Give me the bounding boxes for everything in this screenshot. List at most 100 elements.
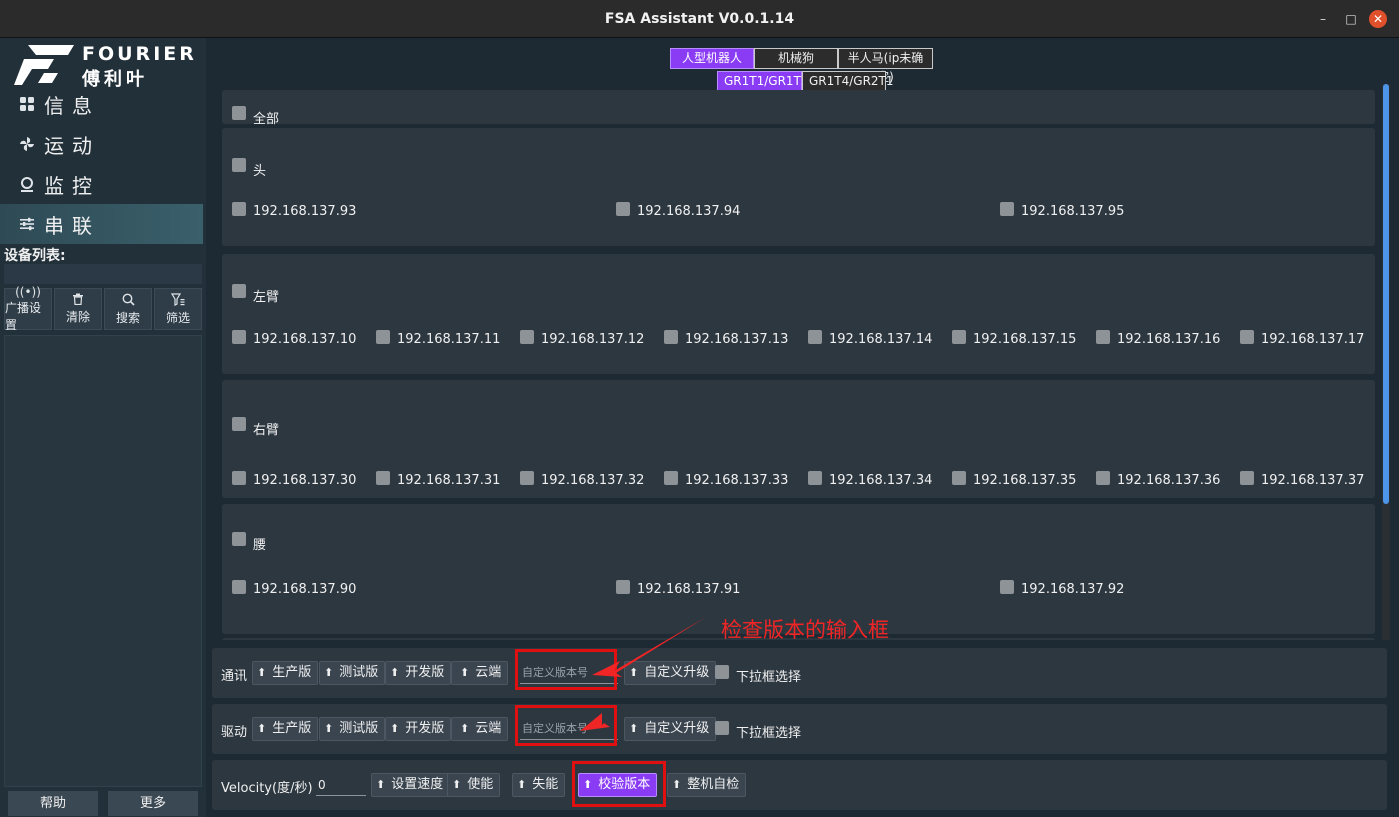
nav-item-serial[interactable]: 串联 [0, 204, 203, 244]
tab-centaur[interactable]: 半人马(ip未确定) [838, 48, 933, 84]
tab-gr1t4-gr2t1[interactable]: GR1T4/GR2T1 [802, 71, 894, 92]
ip-label: 192.168.137.13 [685, 332, 789, 347]
more-button[interactable]: 更多 [108, 791, 198, 816]
comm-firmware-row: 通讯 ⬆ 生产版 ⬆ 测试版 ⬆ 开发版 ⬆ 云端 自定义版本号 ⬆ 自定义升级 下拉框选… [212, 648, 1387, 698]
ip-label: 192.168.137.32 [541, 473, 645, 488]
fan-icon [18, 135, 36, 153]
vertical-scrollbar[interactable] [1382, 84, 1390, 640]
checkbox-ip[interactable] [376, 330, 390, 344]
checkbox-ip[interactable] [664, 330, 678, 344]
tool-label: 清除 [65, 310, 90, 324]
robot-type-tabs: 人型机器人 机械狗 半人马(ip未确定) [670, 48, 933, 84]
checkbox-ip[interactable] [1096, 330, 1110, 344]
checkbox-waist[interactable] [232, 532, 246, 546]
checkbox-ip[interactable] [616, 580, 630, 594]
help-button[interactable]: 帮助 [8, 791, 98, 816]
drive-production-button[interactable]: ⬆ 生产版 [252, 717, 319, 741]
trash-icon [72, 293, 84, 308]
checkbox-ip[interactable] [952, 330, 966, 344]
checkbox-ip[interactable] [520, 330, 534, 344]
checkbox-ip[interactable] [1240, 330, 1254, 344]
checkbox-left-arm[interactable] [232, 284, 246, 298]
nav-item-motion[interactable]: 运动 [0, 124, 203, 164]
checkbox-ip[interactable] [616, 202, 630, 216]
checkbox-ip[interactable] [1000, 202, 1014, 216]
device-toolbar: ((•)) 广播设置 清除 搜索 筛选 [4, 284, 202, 332]
group-right-arm-label: 右臂 [253, 423, 280, 438]
velocity-input[interactable]: 0 [316, 774, 366, 796]
button-label: 生产版 [272, 665, 312, 680]
upload-icon: ⬆ [376, 778, 386, 791]
tab-robot-dog[interactable]: 机械狗 [754, 48, 838, 69]
broadcast-icon: ((•)) [15, 284, 41, 299]
comm-cloud-button[interactable]: ⬆ 云端 [451, 661, 509, 685]
nav-item-monitor[interactable]: 监控 [0, 164, 203, 204]
comm-dropdown-checkbox[interactable] [715, 665, 729, 679]
device-groups-area[interactable]: 全部 头 192.168.137.93 192.168.137.94 192.1… [222, 90, 1381, 640]
minimize-button[interactable]: – [1315, 11, 1331, 27]
upload-icon: ⬆ [672, 778, 682, 791]
checkbox-ip[interactable] [1240, 471, 1254, 485]
annotation-box-verify-button [572, 761, 666, 807]
ip-label: 192.168.137.34 [829, 473, 933, 488]
search-button[interactable]: 搜索 [104, 288, 152, 330]
drive-test-button[interactable]: ⬆ 测试版 [319, 717, 386, 741]
comm-dev-button[interactable]: ⬆ 开发版 [385, 661, 452, 685]
monitor-icon [18, 175, 36, 193]
tab-humanoid[interactable]: 人型机器人 [670, 48, 754, 69]
maximize-button[interactable]: □ [1343, 11, 1359, 27]
nav-item-label: 监控 [44, 173, 100, 198]
drive-dropdown-label: 下拉框选择 [736, 726, 802, 741]
checkbox-ip[interactable] [952, 471, 966, 485]
checkbox-ip[interactable] [520, 471, 534, 485]
disable-button[interactable]: ⬆ 失能 [512, 773, 566, 797]
device-list-label: 设备列表: [4, 248, 66, 264]
device-list[interactable] [4, 335, 202, 787]
nav-item-info[interactable]: 信息 [0, 84, 203, 124]
drive-cloud-button[interactable]: ⬆ 云端 [451, 717, 509, 741]
tool-label: 广播设置 [5, 300, 42, 332]
drive-label: 驱动 [221, 725, 248, 740]
checkbox-ip[interactable] [232, 471, 246, 485]
checkbox-right-arm[interactable] [232, 417, 246, 431]
button-label: 使能 [467, 777, 494, 792]
ip-label: 192.168.137.92 [1021, 582, 1125, 597]
checkbox-ip[interactable] [232, 330, 246, 344]
clear-button[interactable]: 清除 [54, 288, 102, 330]
drive-dev-button[interactable]: ⬆ 开发版 [385, 717, 452, 741]
tab-gr1t1-gr1t2[interactable]: GR1T1/GR1T2 [717, 71, 809, 92]
group-all: 全部 [222, 90, 1375, 127]
ip-label: 192.168.137.95 [1021, 204, 1125, 219]
ip-label: 192.168.137.90 [253, 582, 357, 597]
ip-label: 192.168.137.10 [253, 332, 357, 347]
comm-label: 通讯 [221, 669, 248, 684]
checkbox-ip[interactable] [232, 580, 246, 594]
upload-icon: ⬆ [390, 666, 400, 679]
comm-test-button[interactable]: ⬆ 测试版 [319, 661, 386, 685]
checkbox-all[interactable] [232, 106, 246, 120]
scrollbar-thumb[interactable] [1383, 84, 1389, 504]
broadcast-settings-button[interactable]: ((•)) 广播设置 [4, 284, 52, 332]
checkbox-ip[interactable] [1000, 580, 1014, 594]
checkbox-ip[interactable] [1096, 471, 1110, 485]
drive-dropdown-checkbox[interactable] [715, 721, 729, 735]
tool-label: 筛选 [165, 310, 190, 325]
close-button[interactable]: ✕ [1369, 10, 1387, 28]
comm-production-button[interactable]: ⬆ 生产版 [252, 661, 319, 685]
filter-button[interactable]: 筛选 [154, 288, 202, 330]
enable-button[interactable]: ⬆ 使能 [447, 773, 501, 797]
annotation-text: 检查版本的输入框 [721, 618, 889, 642]
ip-label: 192.168.137.37 [1261, 473, 1365, 488]
button-label: 生产版 [272, 721, 312, 736]
checkbox-head[interactable] [232, 158, 246, 172]
nav-item-label: 串联 [44, 213, 100, 238]
checkbox-ip[interactable] [232, 202, 246, 216]
checkbox-ip[interactable] [808, 471, 822, 485]
ip-label: 192.168.137.14 [829, 332, 933, 347]
self-check-button[interactable]: ⬆ 整机自检 [667, 773, 747, 797]
checkbox-ip[interactable] [376, 471, 390, 485]
checkbox-ip[interactable] [664, 471, 678, 485]
group-right-arm: 右臂 192.168.137.30 192.168.137.31 192.168… [222, 380, 1375, 498]
set-speed-button[interactable]: ⬆ 设置速度 [371, 773, 451, 797]
checkbox-ip[interactable] [808, 330, 822, 344]
